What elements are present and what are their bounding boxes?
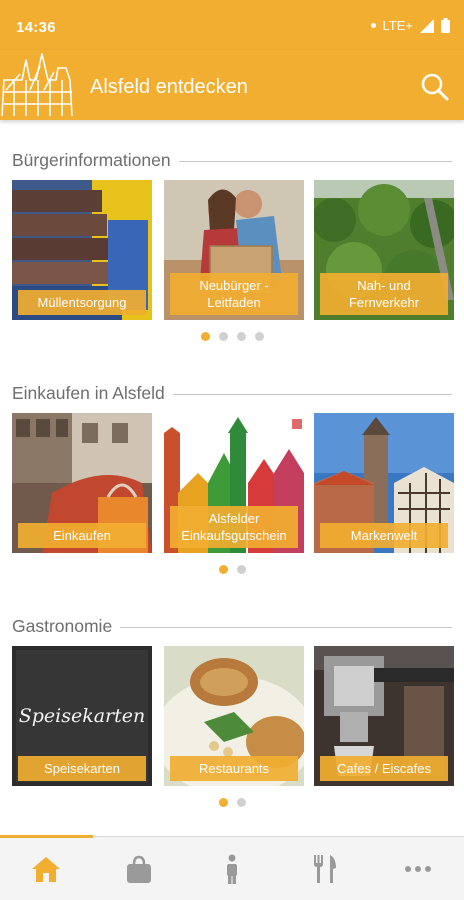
card-carousel[interactable]: Müllentsorgung Neubürger - Leitfaden Nah… [12, 180, 464, 322]
card-label: Cafes / Eiscafes [320, 756, 448, 781]
pager-dot[interactable] [254, 332, 264, 341]
pager-dot-active[interactable] [218, 565, 228, 574]
fork-knife-icon [313, 855, 336, 883]
section-divider [178, 161, 452, 162]
card-label: Einkaufen [18, 523, 146, 548]
app-bar: Alsfeld entdecken [0, 50, 464, 120]
section-header: Einkaufen in Alsfeld [12, 381, 452, 405]
battery-icon [441, 18, 450, 33]
status-time: 14:36 [16, 19, 56, 36]
section-header: Bürgerinformationen [12, 148, 452, 172]
pager-dot[interactable] [218, 332, 228, 341]
section-divider [172, 394, 452, 395]
nav-shopping[interactable] [93, 837, 186, 900]
card-label: Restaurants [170, 756, 298, 781]
status-icons: LTE+ [370, 18, 450, 33]
card-label: Neubürger - Leitfaden [170, 273, 298, 315]
status-bar: 14:36 LTE+ [0, 0, 464, 50]
card-speisekarten[interactable]: Speisekarten Speisekarten [12, 646, 152, 786]
card-neubuerger-leitfaden[interactable]: Neubürger - Leitfaden [164, 180, 304, 320]
card-einkaufen[interactable]: Einkaufen [12, 413, 152, 553]
card-cafes-eiscafes[interactable]: Cafes / Eiscafes [314, 646, 454, 786]
card-label: Müllentsorgung [18, 290, 146, 315]
nav-gastronomy[interactable] [278, 837, 371, 900]
info-person-icon [226, 854, 237, 884]
card-alsfelder-einkaufsgutschein[interactable]: Alsfelder Einkaufsgutschein [164, 413, 304, 553]
nav-more[interactable] [371, 837, 464, 900]
section-header: Gastronomie [12, 614, 452, 638]
section-title: Bürgerinformationen [12, 149, 171, 170]
card-restaurants[interactable]: Restaurants [164, 646, 304, 786]
carousel-pager [0, 565, 464, 574]
nav-home[interactable] [0, 837, 93, 900]
section-divider [120, 627, 452, 628]
card-nah-und-fernverkehr[interactable]: Nah- und Fernverkehr [314, 180, 454, 320]
pager-dot[interactable] [236, 565, 246, 574]
shopping-bag-icon [127, 855, 152, 883]
notification-dot-icon [370, 23, 376, 28]
pager-dot[interactable] [236, 332, 246, 341]
card-muellentsorgung[interactable]: Müllentsorgung [12, 180, 152, 320]
card-markenwelt[interactable]: Markenwelt [314, 413, 454, 553]
home-icon [32, 857, 61, 882]
search-icon[interactable] [420, 72, 450, 102]
signal-icon [420, 18, 434, 33]
card-carousel[interactable]: Speisekarten Speisekarten Restaurants Ca… [12, 646, 464, 788]
card-label-line2: Einkaufsgutschein [181, 528, 287, 543]
nav-information[interactable] [186, 837, 279, 900]
app-title: Alsfeld entdecken [90, 76, 248, 98]
section-title: Einkaufen in Alsfeld [12, 382, 165, 403]
section-title: Gastronomie [12, 615, 113, 636]
more-dots-icon [404, 866, 431, 872]
card-label: Markenwelt [320, 523, 448, 548]
bottom-navigation [0, 835, 464, 900]
card-label-two-line: Alsfelder Einkaufsgutschein [170, 506, 298, 548]
pager-dot-active[interactable] [218, 798, 228, 807]
chalkboard-text: Speisekarten [19, 705, 146, 727]
carousel-pager [0, 332, 464, 341]
card-label-line1: Alsfelder [208, 511, 260, 526]
alsfeld-town-logo-icon[interactable] [0, 50, 76, 120]
pager-dot-active[interactable] [200, 332, 210, 341]
card-label: Speisekarten [18, 756, 146, 781]
network-type: LTE+ [382, 18, 413, 33]
card-carousel[interactable]: Einkaufen Alsfelder Einkaufsgutschein Ma… [12, 413, 464, 555]
pager-dot[interactable] [236, 798, 246, 807]
card-label: Nah- und Fernverkehr [320, 273, 448, 315]
carousel-pager [0, 798, 464, 807]
